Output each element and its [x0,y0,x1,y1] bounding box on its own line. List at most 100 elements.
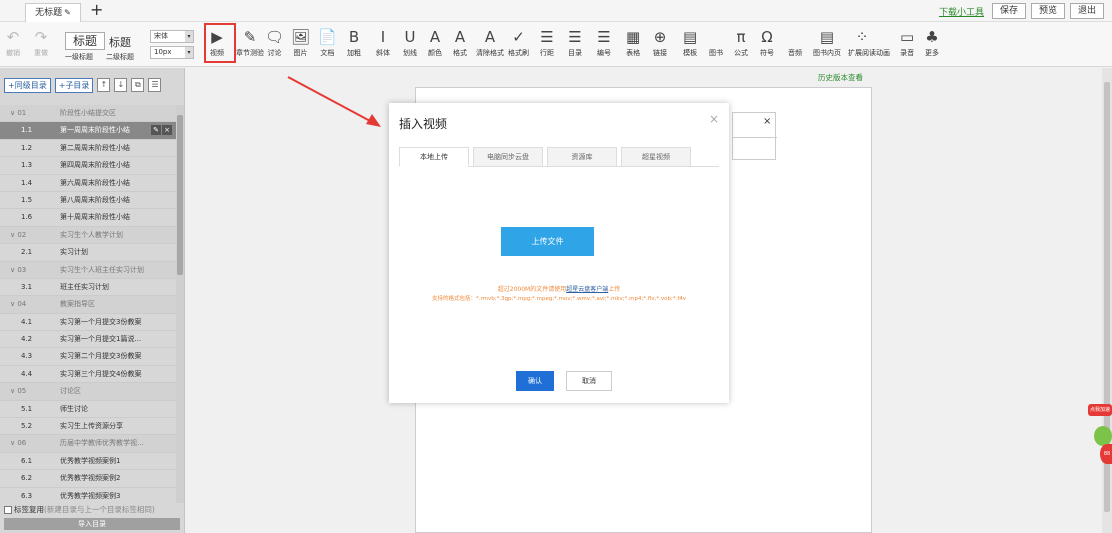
toc-item[interactable]: 4.2 实习第一个月提交1篇说... [0,331,176,349]
copy-icon[interactable]: ⧉ [131,78,145,92]
toc-item[interactable]: 1.1 第一周周末阶段性小结 ✎ × [0,122,176,140]
toolbar-template-button[interactable]: ▤ 模板 [683,26,697,58]
history-version-link[interactable]: 历史版本查看 [818,72,863,83]
close-icon[interactable]: × [709,112,719,126]
toc-item[interactable]: 4.4 实习第三个月提交4份教案 [0,366,176,384]
toolbar-label: 颜色 [428,49,442,57]
extend-read-icon: ⁘ [855,28,869,46]
cancel-button[interactable]: 取消 [566,371,612,391]
toc-item[interactable]: 5.2 实习生上传资源分享 [0,418,176,436]
toolbar-link-button[interactable]: ⊕ 链接 [653,26,667,58]
toc-item[interactable]: 1.2 第二周周末阶段性小结 [0,140,176,158]
toc-section[interactable]: ∨ 01 阶段性小结提交区 [0,105,176,123]
toc-title: 师生讨论 [60,404,88,413]
toolbar-underline-button[interactable]: U 划线 [403,26,417,58]
toc-number: 2.1 [21,248,33,257]
toolbar-format-painter-button[interactable]: ✓ 格式刷 [508,26,529,58]
toc-item[interactable]: 2.1 实习计划 [0,244,176,262]
toolbar-chapter-test-button[interactable]: ✎ 章节测验 [236,26,264,58]
toolbar-audio-button[interactable]: 音频 [788,26,802,58]
tab-chaoxing-video[interactable]: 超星视频 [621,147,691,167]
toc-section[interactable]: ∨ 04 教案指导区 [0,296,176,314]
toc-number: 6.1 [21,456,33,465]
toc-section[interactable]: ∨ 05 讨论区 [0,383,176,401]
toolbar-book-button[interactable]: 图书 [709,26,723,58]
tag-reuse-checkbox[interactable] [4,506,12,514]
import-toc-button[interactable]: 导入目录 [4,518,180,530]
toolbar-symbol-button[interactable]: Ω 符号 [760,26,774,58]
undo-button[interactable]: ↶ 撤销 [6,26,20,58]
dialog-title: 插入视频 [399,117,448,131]
exit-button[interactable]: 退出 [1069,3,1104,19]
toc-item[interactable]: 4.1 实习第一个月提交3份教案 [0,314,176,332]
toolbar-book-page-button[interactable]: ▤ 图书内页 [813,26,841,58]
toolbar-animation-button[interactable]: 动画 [876,26,890,58]
speedup-widget[interactable]: 点我加速 88 [1088,404,1112,464]
toc-item[interactable]: 1.3 第四周周末阶段性小结 [0,157,176,175]
add-sibling-chapter-button[interactable]: +同级目录 [4,78,51,93]
move-up-icon[interactable]: ↑ [97,78,111,92]
toc-title: 实习第一个月提交3份教案 [60,317,142,326]
toc-section[interactable]: ∨ 06 历届中学教师优秀教学视... [0,435,176,453]
toc-section[interactable]: ∨ 02 实习生个人教学计划 [0,226,176,245]
toc-section[interactable]: ∨ 03 实习生个人班主任实习计划 [0,261,176,279]
toc-item[interactable]: 6.3 优秀教学视频案例3 [0,488,176,503]
preview-button[interactable]: 预览 [1030,3,1065,19]
tab-resource-library[interactable]: 资源库 [547,147,617,167]
symbol-icon: Ω [761,28,773,46]
heading2-button[interactable]: 标题 [109,34,131,50]
delete-icon[interactable]: × [162,125,172,136]
heading1-button[interactable]: 标题 [65,32,105,50]
toolbar-clear-format-button[interactable]: A 清除格式 [476,26,504,58]
toolbar-format-button[interactable]: A 格式 [453,26,467,58]
toc-item[interactable]: 1.6 第十周周末阶段性小结 [0,209,176,227]
toolbar-bold-button[interactable]: B 加粗 [347,26,361,58]
toc-scrollbar[interactable] [176,105,184,503]
download-tool-link[interactable]: 下载小工具 [939,5,984,18]
redo-icon: ↷ [34,28,48,46]
toolbar-discussion-button[interactable]: 🗨 讨论 [265,26,284,58]
upload-file-button[interactable]: 上传文件 [501,227,594,256]
toc-title: 第八周周末阶段性小结 [60,195,130,204]
close-icon[interactable]: × [763,116,771,127]
toc-item[interactable]: 1.4 第六周周末阶段性小结 [0,175,176,192]
toc-item[interactable]: 1.5 第八周周末阶段性小结 [0,192,176,210]
toolbar-document-button[interactable]: 📄 文档 [318,26,337,58]
toolbar-table-button[interactable]: ▦ 表格 [626,26,640,58]
toc-item[interactable]: 4.3 实习第二个月提交3份教案 [0,348,176,366]
redo-button[interactable]: ↷ 重做 [34,26,48,58]
add-sub-chapter-button[interactable]: +子目录 [54,78,94,93]
list-icon[interactable]: ☰ [148,78,162,92]
tab-cloud-sync[interactable]: 电脑同步云盘 [473,147,543,167]
toolbar-record-button[interactable]: ▭ 录音 [900,26,914,58]
toolbar-numbering-button[interactable]: ☰ 编号 [597,26,611,58]
toolbar-extend-read-button[interactable]: ⁘ 扩展阅读 [848,26,876,58]
toc-scrollbar-thumb[interactable] [177,115,183,275]
edit-title-icon[interactable]: ✎ [64,8,71,17]
toolbar-toc-button[interactable]: ☰ 目录 [568,26,582,58]
tab-local-upload[interactable]: 本地上传 [399,147,469,167]
move-down-icon[interactable]: ↓ [114,78,128,92]
add-tab-button[interactable]: + [90,1,103,19]
edit-icon[interactable]: ✎ [151,125,161,136]
toolbar-label: 斜体 [376,49,390,57]
toc-item[interactable]: 3.1 班主任实习计划 [0,279,176,297]
numbering-icon: ☰ [597,28,611,46]
document-tab[interactable]: 无标题 ✎ [25,3,81,22]
toc-item[interactable]: 5.1 师生讨论 [0,401,176,419]
font-size-select[interactable]: 10px ▾ [150,46,194,59]
toolbar-formula-button[interactable]: π 公式 [734,26,748,58]
toolbar-line-height-button[interactable]: ☰ 行距 [540,26,554,58]
tag-reuse-option[interactable]: 标签复用(新建目录与上一个目录标签相同) [4,504,155,515]
cloud-client-link[interactable]: 超星云盘客户端 [566,286,608,293]
toc-item[interactable]: 6.2 优秀教学视频案例2 [0,470,176,488]
toolbar-italic-button[interactable]: I 斜体 [376,26,390,58]
toolbar-font-color-button[interactable]: A 颜色 [428,26,442,58]
toolbar-label: 音频 [788,49,802,57]
confirm-button[interactable]: 确认 [516,371,554,391]
font-family-select[interactable]: 宋体 ▾ [150,30,194,43]
toc-item[interactable]: 6.1 优秀教学视频案例1 [0,453,176,471]
toolbar-more-button[interactable]: ♣ 更多 [925,26,939,58]
toolbar-image-button[interactable]: 🖼 图片 [291,26,310,58]
save-button[interactable]: 保存 [991,3,1026,19]
